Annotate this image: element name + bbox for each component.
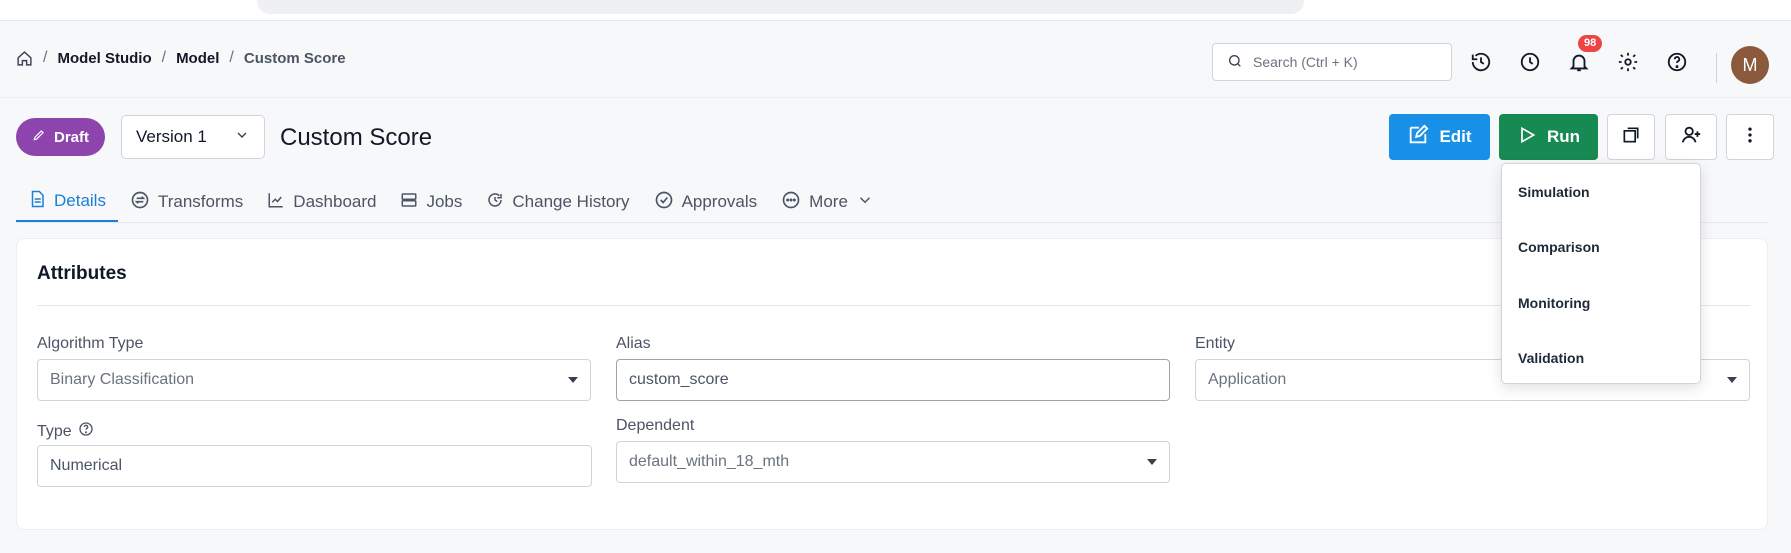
dependent-label-text: Dependent bbox=[616, 417, 695, 434]
more-options-button[interactable] bbox=[1726, 114, 1774, 160]
breadcrumb-current: Custom Score bbox=[243, 49, 346, 67]
alias-field[interactable]: custom_score bbox=[616, 359, 1170, 401]
edit-icon bbox=[1407, 124, 1429, 151]
tab-label: Approvals bbox=[681, 192, 758, 211]
breadcrumb-model[interactable]: Model bbox=[176, 50, 219, 67]
avatar[interactable]: M bbox=[1731, 46, 1769, 84]
help-icon[interactable] bbox=[1664, 49, 1690, 75]
menu-item-comparison[interactable]: Comparison bbox=[1518, 239, 1600, 255]
tab-label: Jobs bbox=[426, 192, 463, 211]
check-circle-icon bbox=[654, 190, 674, 215]
run-button[interactable]: Run bbox=[1499, 114, 1598, 160]
tab-details[interactable]: Details bbox=[16, 182, 118, 222]
status-badge: Draft bbox=[16, 118, 105, 156]
card-title: Attributes bbox=[37, 263, 127, 284]
chevron-down-icon bbox=[856, 191, 874, 214]
menu-item-monitoring[interactable]: Monitoring bbox=[1518, 295, 1590, 311]
tab-transforms[interactable]: Transforms bbox=[118, 182, 255, 222]
search-input[interactable]: Search (Ctrl + K) bbox=[1212, 43, 1452, 81]
edit-button-label: Edit bbox=[1439, 127, 1472, 146]
menu-item-validation[interactable]: Validation bbox=[1518, 350, 1584, 366]
edit-button[interactable]: Edit bbox=[1389, 114, 1490, 160]
entity-value: Application bbox=[1208, 371, 1287, 388]
breadcrumb: / Model Studio / Model / Custom Score bbox=[16, 49, 346, 67]
help-icon[interactable] bbox=[78, 421, 94, 442]
type-field[interactable]: Numerical bbox=[37, 445, 592, 487]
history-icon bbox=[486, 191, 504, 214]
type-value: Numerical bbox=[50, 457, 123, 474]
tab-label: Details bbox=[54, 191, 106, 210]
tab-bar: Details Transforms Dashboard Jobs Change… bbox=[16, 182, 886, 222]
notification-badge: 98 bbox=[1578, 35, 1603, 52]
run-button-label: Run bbox=[1546, 127, 1581, 146]
card-divider bbox=[37, 305, 1750, 306]
type-label-text: Type bbox=[37, 422, 72, 440]
tab-label: More bbox=[809, 192, 848, 211]
search-placeholder: Search (Ctrl + K) bbox=[1253, 54, 1358, 70]
version-select[interactable]: Version 1 bbox=[121, 115, 265, 159]
tab-dashboard[interactable]: Dashboard bbox=[255, 182, 388, 222]
menu-item-simulation[interactable]: Simulation bbox=[1518, 184, 1590, 200]
page-title: Custom Score bbox=[280, 124, 433, 151]
gear-icon[interactable] bbox=[1615, 49, 1641, 75]
vertical-dots-icon bbox=[1740, 125, 1760, 150]
search-icon bbox=[1227, 53, 1243, 72]
alias-label: Alias bbox=[616, 335, 651, 353]
breadcrumb-model-studio[interactable]: Model Studio bbox=[57, 50, 151, 67]
run-dropdown-menu: Simulation Comparison Monitoring Validat… bbox=[1501, 163, 1701, 384]
dependent-select[interactable]: default_within_18_mth bbox=[616, 441, 1170, 483]
tab-jobs[interactable]: Jobs bbox=[388, 182, 474, 222]
breadcrumb-separator: / bbox=[161, 49, 167, 66]
caret-down-icon bbox=[1727, 377, 1737, 383]
server-icon bbox=[400, 191, 418, 214]
browser-chrome bbox=[0, 0, 1791, 21]
play-icon bbox=[1517, 125, 1537, 150]
entity-label-text: Entity bbox=[1195, 335, 1236, 352]
add-user-button[interactable] bbox=[1665, 114, 1717, 160]
top-header: / Model Studio / Model / Custom Score Se… bbox=[0, 21, 1791, 98]
tab-label: Dashboard bbox=[293, 192, 377, 211]
history-icon[interactable] bbox=[1468, 49, 1494, 75]
more-icon bbox=[781, 190, 801, 215]
tab-change-history[interactable]: Change History bbox=[474, 182, 641, 222]
algorithm-type-value: Binary Classification bbox=[50, 371, 195, 388]
caret-down-icon bbox=[1147, 459, 1157, 465]
dependent-value: default_within_18_mth bbox=[629, 453, 790, 470]
document-icon bbox=[28, 190, 46, 213]
bell-icon[interactable]: 98 bbox=[1566, 35, 1603, 75]
pencil-icon bbox=[32, 128, 46, 146]
alias-value: custom_score bbox=[629, 371, 729, 388]
alias-label-text: Alias bbox=[616, 335, 651, 352]
copy-button[interactable] bbox=[1607, 114, 1655, 160]
dependent-label: Dependent bbox=[616, 417, 694, 435]
tab-label: Change History bbox=[512, 192, 630, 211]
breadcrumb-separator: / bbox=[229, 49, 234, 66]
caret-down-icon bbox=[568, 377, 578, 383]
tab-label: Transforms bbox=[157, 192, 244, 211]
home-icon[interactable] bbox=[16, 50, 33, 67]
chevron-down-icon bbox=[234, 127, 250, 148]
algorithm-type-label-text: Algorithm Type bbox=[37, 335, 144, 352]
tab-approvals[interactable]: Approvals bbox=[642, 182, 770, 222]
header-divider bbox=[1716, 53, 1717, 83]
chart-icon bbox=[267, 191, 285, 214]
tab-more[interactable]: More bbox=[769, 182, 886, 222]
copy-icon bbox=[1621, 125, 1641, 150]
entity-label: Entity bbox=[1195, 335, 1235, 353]
algorithm-type-label: Algorithm Type bbox=[37, 335, 143, 353]
algorithm-type-select[interactable]: Binary Classification bbox=[37, 359, 591, 401]
type-label: Type bbox=[37, 421, 94, 442]
clock-icon[interactable] bbox=[1517, 49, 1543, 75]
address-bar[interactable] bbox=[257, 0, 1304, 14]
avatar-initial: M bbox=[1742, 54, 1758, 75]
add-user-icon bbox=[1680, 124, 1702, 151]
breadcrumb-separator: / bbox=[43, 49, 48, 66]
version-select-value: Version 1 bbox=[136, 127, 207, 146]
status-badge-label: Draft bbox=[53, 128, 89, 146]
transform-icon bbox=[130, 190, 150, 215]
